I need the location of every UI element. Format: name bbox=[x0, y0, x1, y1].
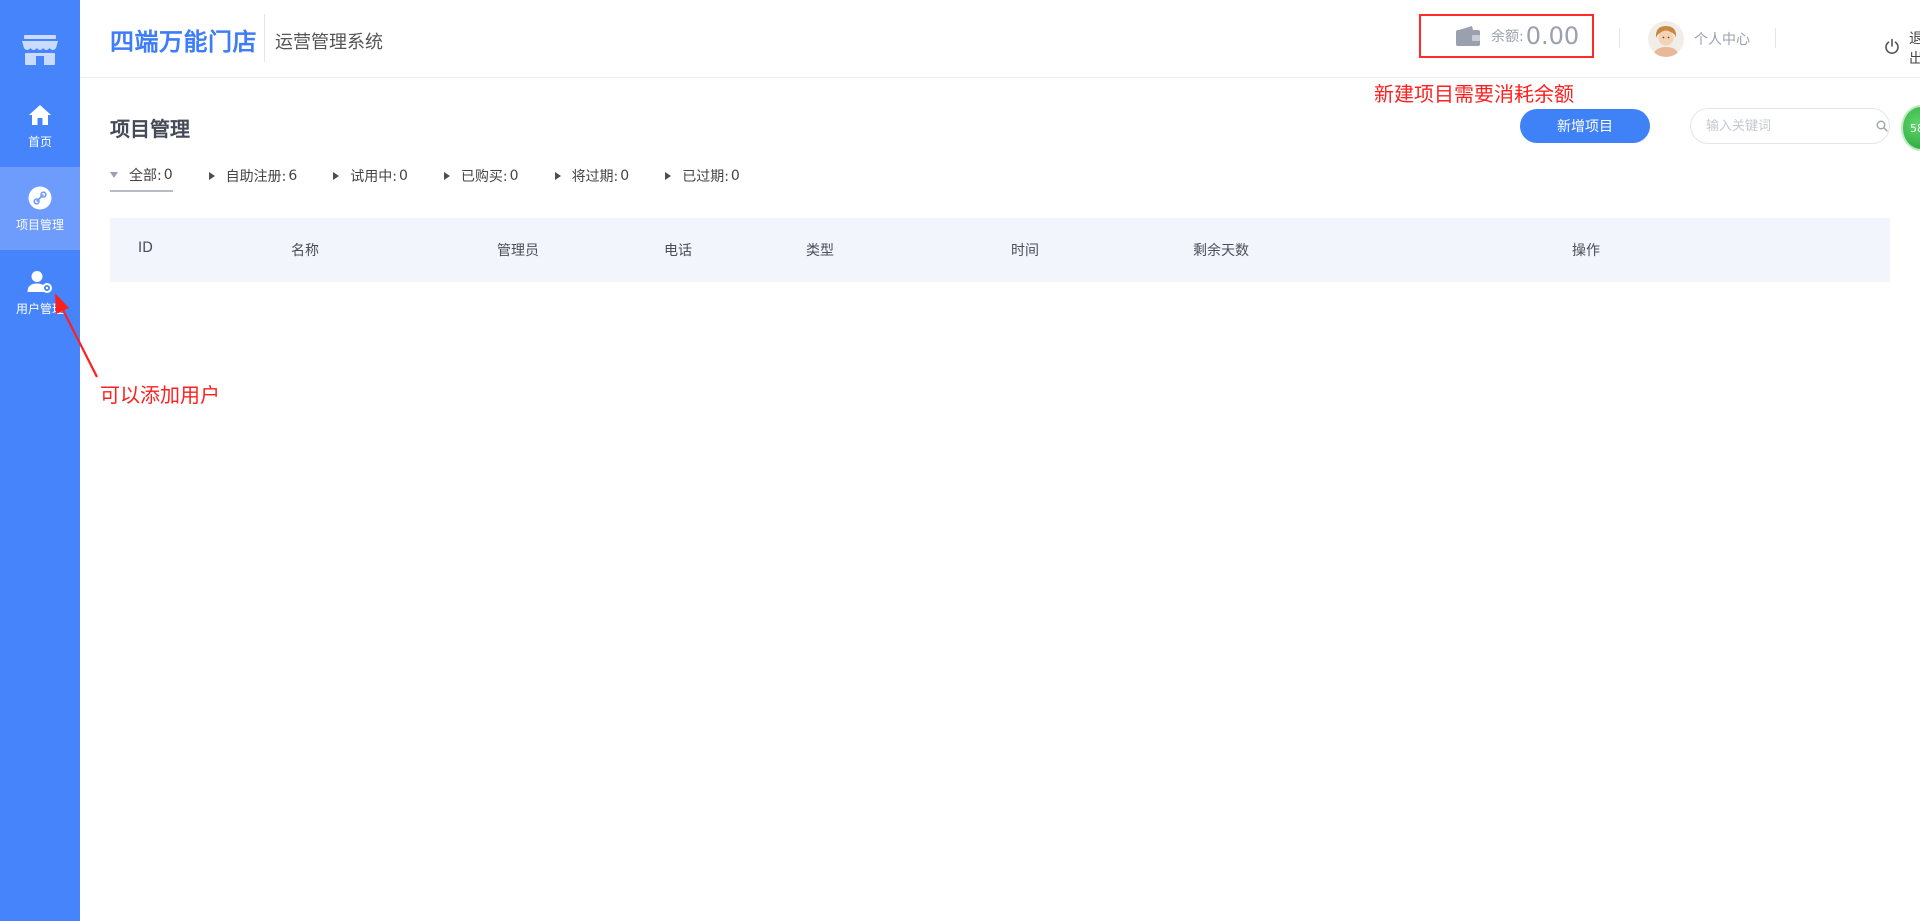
filter-label: 试用中: bbox=[350, 169, 397, 185]
header-divider bbox=[1619, 28, 1620, 48]
filter-count: 0 bbox=[509, 168, 519, 184]
wallet-icon bbox=[1455, 25, 1481, 47]
power-icon bbox=[1884, 38, 1900, 58]
search-input[interactable] bbox=[1706, 118, 1876, 134]
floating-badge[interactable]: 58 bbox=[1901, 105, 1920, 151]
column-header-time: 时间 bbox=[1011, 243, 1039, 259]
filter-count: 6 bbox=[288, 168, 298, 184]
header-divider bbox=[264, 14, 265, 62]
filter-self-registered[interactable]: 自助注册: 6 bbox=[208, 166, 298, 191]
search-box[interactable] bbox=[1690, 108, 1890, 144]
caret-right-icon bbox=[333, 172, 340, 180]
status-filter-tabs: 全部: 0 自助注册: 6 试用中: 0 已购买: 0 将过期: 0 已过期: … bbox=[110, 165, 776, 192]
caret-right-icon bbox=[443, 172, 450, 180]
column-header-days-left: 剩余天数 bbox=[1193, 243, 1249, 259]
filter-count: 0 bbox=[163, 167, 173, 183]
filter-label: 已购买: bbox=[460, 169, 508, 185]
column-header-name: 名称 bbox=[291, 243, 319, 259]
column-header-admin: 管理员 bbox=[497, 243, 539, 259]
filter-label: 将过期: bbox=[571, 169, 619, 185]
balance-value: 0.00 bbox=[1525, 22, 1580, 50]
annotation-arrow bbox=[55, 293, 98, 378]
filter-expired[interactable]: 已过期: 0 bbox=[665, 166, 740, 191]
column-header-type: 类型 bbox=[806, 243, 834, 259]
brand-title: 四端万能门店 bbox=[110, 28, 257, 56]
filter-expiring[interactable]: 将过期: 0 bbox=[554, 166, 630, 191]
balance-label: 余额: bbox=[1491, 29, 1524, 45]
caret-right-icon bbox=[665, 172, 672, 180]
filter-purchased[interactable]: 已购买: 0 bbox=[443, 166, 519, 191]
filter-label: 全部: bbox=[129, 168, 162, 184]
filter-count: 0 bbox=[620, 168, 630, 184]
filter-label: 已过期: bbox=[682, 169, 729, 185]
filter-count: 0 bbox=[730, 168, 740, 184]
user-center-link[interactable]: 个人中心 bbox=[1648, 20, 1750, 58]
header-divider bbox=[1775, 28, 1776, 48]
add-project-button[interactable]: 新增项目 bbox=[1520, 109, 1650, 143]
page-title: 项目管理 bbox=[110, 117, 190, 141]
table-header: ID 名称 管理员 电话 类型 时间 剩余天数 操作 bbox=[110, 218, 1890, 282]
avatar bbox=[1648, 21, 1684, 57]
caret-right-icon bbox=[208, 172, 215, 180]
logout-button[interactable]: 退出 bbox=[1884, 28, 1920, 68]
column-header-id: ID bbox=[138, 240, 153, 256]
balance-display: 余额: 0.00 bbox=[1419, 14, 1594, 58]
caret-right-icon bbox=[554, 172, 561, 180]
search-icon[interactable] bbox=[1876, 117, 1888, 136]
logout-label: 退出 bbox=[1909, 31, 1920, 67]
column-header-phone: 电话 bbox=[664, 243, 692, 259]
filter-count: 0 bbox=[399, 168, 408, 184]
filter-label: 自助注册: bbox=[225, 169, 287, 185]
brand-subtitle: 运营管理系统 bbox=[275, 32, 383, 53]
top-header: 四端万能门店 运营管理系统 余额: 0.00 个人中心 退出 bbox=[80, 0, 1920, 78]
user-center-label: 个人中心 bbox=[1694, 32, 1750, 48]
column-header-actions: 操作 bbox=[1572, 243, 1600, 259]
annotation-balance-note: 新建项目需要消耗余额 bbox=[1374, 82, 1574, 106]
filter-trial[interactable]: 试用中: 0 bbox=[333, 166, 408, 191]
